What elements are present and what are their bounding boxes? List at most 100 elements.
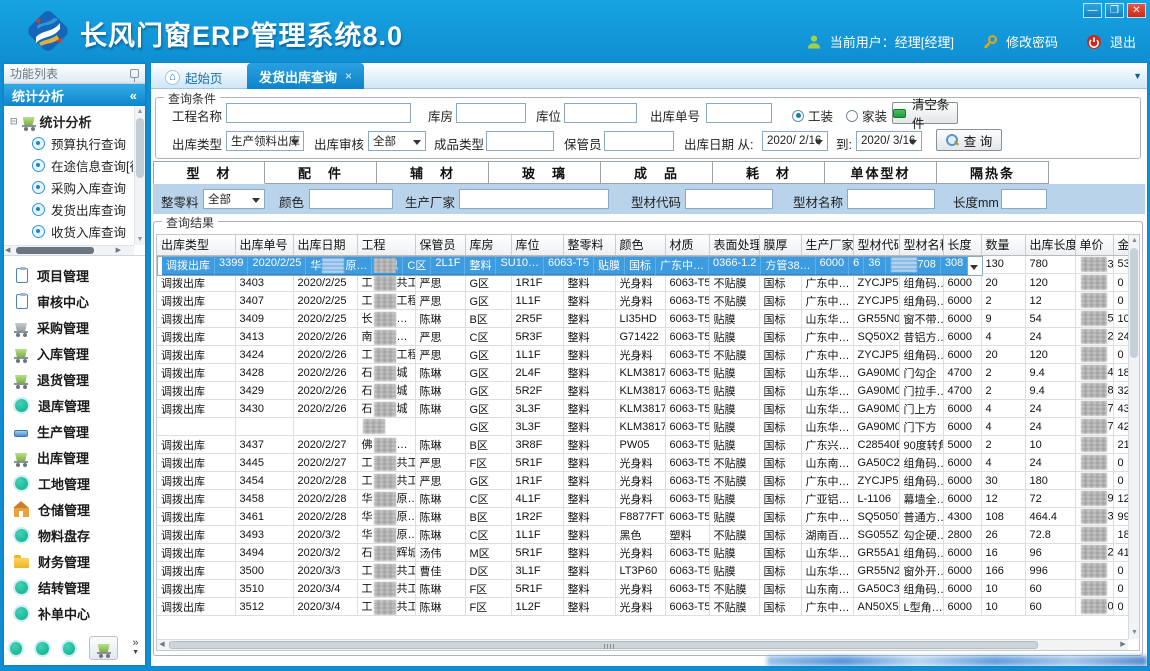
collapsed-module-icon[interactable]	[63, 642, 75, 655]
scroll-up-icon[interactable]: ▲	[135, 106, 145, 117]
column-header[interactable]: 数量	[981, 235, 1025, 255]
scroll-thumb[interactable]	[1130, 248, 1138, 358]
column-header[interactable]: 库房	[465, 235, 511, 255]
sidebar-item-工地管理[interactable]: 工地管理	[4, 470, 145, 496]
table-row[interactable]: 调拨出库34452020/2/27工共工程严思F区5R1F整料光身料6063-T…	[157, 454, 1140, 472]
tree-item[interactable]: 发货出库查询	[6, 198, 133, 220]
column-header[interactable]: 表面处理	[709, 235, 759, 255]
warehouse-input[interactable]	[456, 103, 526, 123]
column-header[interactable]: 出库类型	[157, 235, 235, 255]
column-header[interactable]: 材质	[665, 235, 709, 255]
table-vertical-scrollbar[interactable]: ▲ ▼	[1128, 235, 1139, 639]
material-tab-单体型材[interactable]: 单体型材	[825, 161, 937, 184]
material-tab-辅材[interactable]: 辅 材	[377, 161, 489, 184]
table-row[interactable]: 调拨出库34282020/2/26石城陈琳G区2L4F整料KLM38176063…	[157, 364, 1140, 382]
scroll-left-icon[interactable]: ◀	[5, 246, 10, 256]
column-header[interactable]: 出库日期	[293, 235, 357, 255]
location-input[interactable]	[564, 103, 637, 123]
table-row[interactable]: 调拨出库34932020/3/2华原…陈琳C区1L1F整料黑色塑料不贴膜国标湖南…	[157, 526, 1140, 544]
table-row[interactable]: 调拨出库34302020/2/26石城陈琳G区3L3F整料KLM38176063…	[157, 400, 1140, 418]
table-row[interactable]: 调拨出库34032020/2/25工共工程严思G区1R1F整料光身料6063-T…	[157, 274, 1140, 292]
table-row[interactable]: 调拨出库35002020/3/3工共工程曹佳D区3L1F整料LT3P606063…	[157, 562, 1140, 580]
table-row[interactable]: 调拨出库34132020/2/26南…严思C区5R3F整料G714226063-…	[157, 328, 1140, 346]
material-tab-配件[interactable]: 配 件	[265, 161, 377, 184]
tree-horizontal-scrollbar[interactable]: ◀ ▶	[4, 245, 134, 255]
collapsed-module-icon[interactable]	[36, 642, 48, 655]
tree-item[interactable]: 预算执行查询	[6, 132, 133, 154]
table-row[interactable]: 调拨出库34942020/3/2石辉城汤伟M区5R1F整料光身料6063-T5贴…	[157, 544, 1140, 562]
material-tab-隔热条[interactable]: 隔热条	[937, 161, 1049, 184]
material-tab-型材[interactable]: 型 材	[153, 161, 265, 184]
table-row[interactable]: 调拨出库34542020/2/28工共工程严思G区1R1F整料光身料6063-T…	[157, 472, 1140, 490]
sidebar-item-退货管理[interactable]: 退货管理	[4, 366, 145, 392]
scroll-thumb[interactable]	[169, 641, 1038, 649]
table-row[interactable]: 调拨出库33992020/2/25华原…严思C区2L1F整料SU10…6063-…	[157, 256, 983, 276]
table-row[interactable]: 调拨出库34072020/2/25工工程严思G区1L1F整料光身料6063-T5…	[157, 292, 1140, 310]
sidebar-item-物料盘存[interactable]: 物料盘存	[4, 522, 145, 548]
sidebar-item-仓储管理[interactable]: 仓储管理	[4, 496, 145, 522]
table-row[interactable]: 调拨出库34242020/2/26工工程严思G区1L1F整料光身料6063-T5…	[157, 346, 1140, 364]
column-header[interactable]: 整零料	[563, 235, 615, 255]
material-tab-成品[interactable]: 成 品	[601, 161, 713, 184]
pin-icon[interactable]	[130, 69, 139, 78]
order-no-input[interactable]	[706, 103, 772, 123]
close-button[interactable]: ✕	[1127, 3, 1146, 18]
radio-household[interactable]: 家装	[846, 106, 887, 125]
out-type-select[interactable]: 生产领料出库	[226, 131, 304, 151]
material-tab-耗材[interactable]: 耗 材	[713, 161, 825, 184]
sidebar-item-审核中心[interactable]: 审核中心	[4, 288, 145, 314]
scroll-up-icon[interactable]: ▲	[1129, 235, 1140, 247]
cart-module-button[interactable]	[89, 636, 118, 660]
material-tab-玻璃[interactable]: 玻 璃	[489, 161, 601, 184]
expand-icon[interactable]: ⊟	[10, 116, 18, 127]
maximize-button[interactable]: ❒	[1105, 3, 1124, 18]
column-header[interactable]: 颜色	[615, 235, 665, 255]
sidebar-item-退库管理[interactable]: 退库管理	[4, 392, 145, 418]
date-to-picker[interactable]: 2020/ 3/16	[856, 131, 922, 151]
more-options-button[interactable]: » ▼	[132, 639, 139, 657]
column-header[interactable]: 生产厂家	[801, 235, 853, 255]
table-row[interactable]: G区3L3F整料KLM38176063-T5贴膜国标山东华…GA90M09.门下…	[157, 418, 1140, 436]
tab-list-dropdown-icon[interactable]: ▼	[1133, 71, 1142, 81]
tab-home[interactable]: ⌂ 起始页	[155, 66, 233, 89]
tree-item[interactable]: 收货入库查询	[6, 220, 133, 242]
scroll-thumb[interactable]	[136, 118, 144, 178]
search-button[interactable]: 查 询	[936, 129, 1002, 151]
table-row[interactable]: 调拨出库34372020/2/27佛…陈琳B区3R8F整料PW056063-T5…	[157, 436, 1140, 454]
scroll-left-icon[interactable]: ◀	[157, 640, 167, 650]
sidebar-item-财务管理[interactable]: 财务管理	[4, 548, 145, 574]
audit-select[interactable]: 全部	[368, 131, 426, 151]
table-row[interactable]: 调拨出库35102020/3/4工共工程陈琳F区5R1F整料光身料6063-T5…	[157, 580, 1140, 598]
whole-part-select[interactable]: 全部	[203, 189, 265, 209]
collapsed-module-icon[interactable]	[10, 642, 22, 655]
column-header[interactable]: 型材名称	[899, 235, 943, 255]
column-header[interactable]: 单价	[1075, 235, 1113, 255]
table-row[interactable]: 调拨出库34582020/2/28华原…陈琳C区4L1F整料光身料6063-T5…	[157, 490, 1140, 508]
date-from-picker[interactable]: 2020/ 2/16	[762, 131, 828, 151]
tree-root[interactable]: ⊟ 统计分析	[6, 110, 133, 132]
column-header[interactable]: 出库长度	[1025, 235, 1075, 255]
scroll-down-icon[interactable]: ▼	[135, 234, 145, 245]
column-header[interactable]: 型材代码	[853, 235, 899, 255]
sidebar-item-结转管理[interactable]: 结转管理	[4, 574, 145, 600]
change-password-link[interactable]: 修改密码	[1006, 32, 1058, 51]
table-row[interactable]: 调拨出库34092020/2/25长…陈琳B区2R5F整料LI35HD6063-…	[157, 310, 1140, 328]
table-row[interactable]: 调拨出库35122020/3/4工共工程陈琳F区1L2F整料光身料6063-T5…	[157, 598, 1140, 616]
scroll-right-icon[interactable]: ▶	[116, 246, 121, 256]
column-header[interactable]: 膜厚	[759, 235, 801, 255]
scroll-thumb[interactable]	[16, 247, 94, 254]
scroll-down-icon[interactable]: ▼	[1129, 627, 1140, 639]
sidebar-item-入库管理[interactable]: 入库管理	[4, 340, 145, 366]
table-row[interactable]: 调拨出库34292020/2/26石城陈琳G区5R2F整料KLM38176063…	[157, 382, 1140, 400]
column-header[interactable]: 工程	[357, 235, 415, 255]
manufacturer-input[interactable]	[459, 189, 609, 209]
length-input[interactable]	[1001, 189, 1047, 209]
clear-conditions-button[interactable]: 清空条件	[892, 102, 958, 124]
column-header[interactable]: 长度	[943, 235, 981, 255]
tab-close-icon[interactable]: ×	[345, 69, 352, 83]
tree-item[interactable]: 采购入库查询	[6, 176, 133, 198]
minimize-button[interactable]: —	[1083, 3, 1102, 18]
profile-name-input[interactable]	[847, 189, 935, 209]
color-input[interactable]	[309, 189, 393, 209]
project-name-input[interactable]	[226, 103, 411, 123]
